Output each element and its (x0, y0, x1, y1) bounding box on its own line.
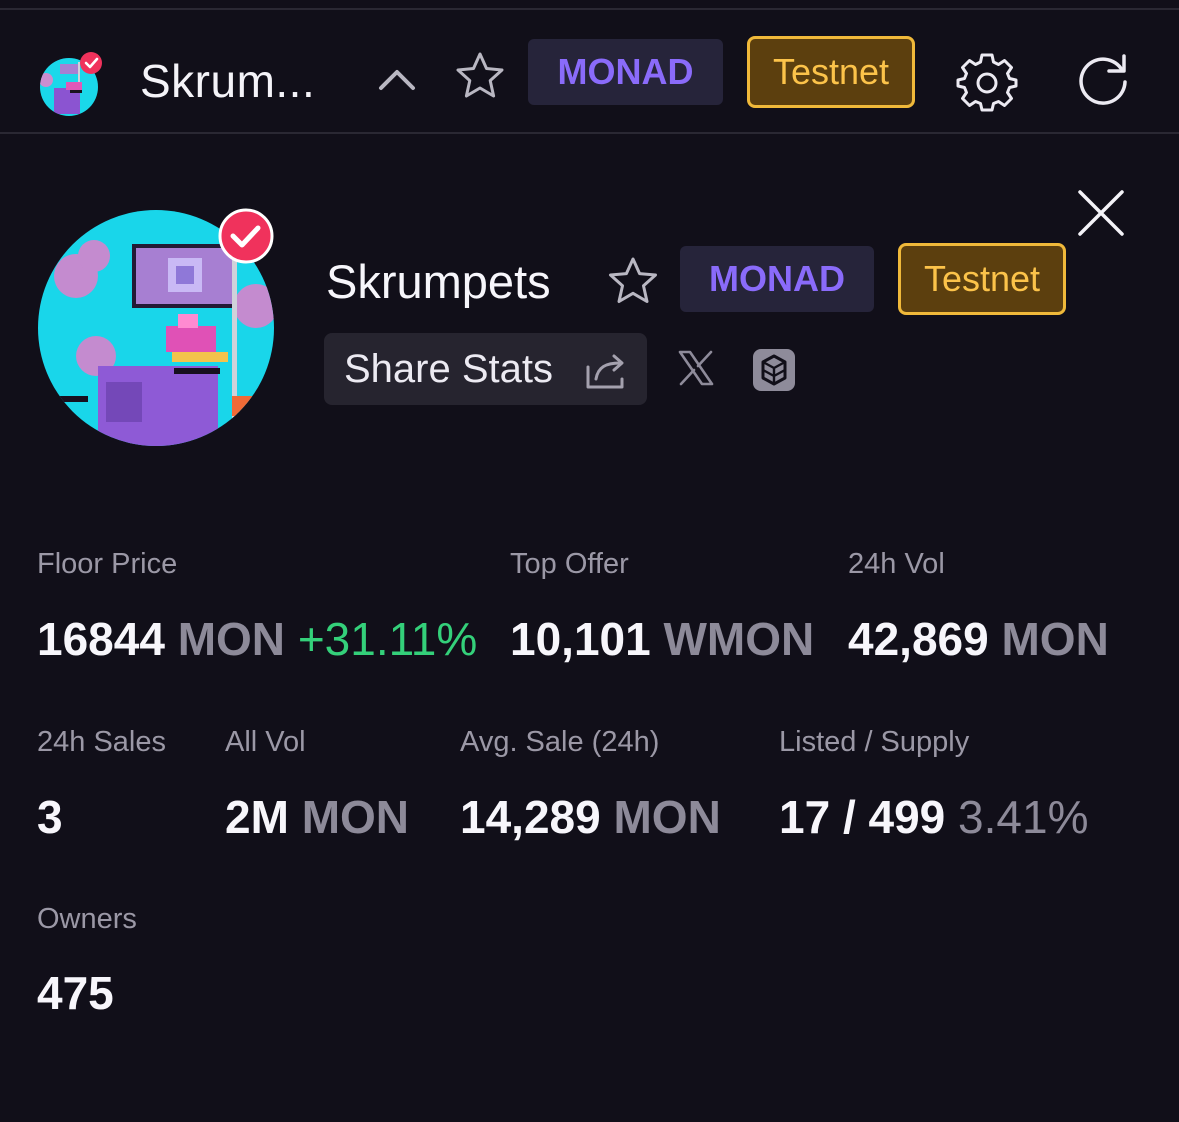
chain-badge: MONAD (680, 246, 874, 312)
all-vol-label: All Vol (225, 726, 306, 758)
all-vol-value: 2M MON (225, 790, 409, 844)
floor-price-amount: 16844 (37, 613, 165, 665)
owners-value: 475 (37, 967, 114, 1019)
favorite-star-icon[interactable] (454, 50, 506, 102)
network-badge: Testnet (898, 243, 1066, 315)
vol-24h-label: 24h Vol (848, 548, 945, 580)
chain-badge: MONAD (528, 39, 723, 105)
floor-price-unit: MON (177, 613, 286, 665)
avg-sale-value: 14,289 MON (460, 790, 721, 844)
top-offer-value: 10,101 WMON (510, 612, 814, 666)
share-stats-button[interactable]: Share Stats (324, 333, 647, 405)
floor-price-value: 16844 MON +31.11% (37, 612, 477, 666)
listed-supply-amount: 17 / 499 (779, 791, 946, 843)
network-badge: Testnet (747, 36, 915, 108)
vol-24h-unit: MON (1001, 613, 1109, 665)
all-vol-unit: MON (301, 791, 410, 843)
floor-price-label: Floor Price (37, 548, 178, 580)
top-offer-unit: WMON (663, 613, 815, 665)
top-offer-label: Top Offer (510, 548, 629, 580)
cube-logo-icon[interactable] (752, 348, 796, 392)
all-vol-amount: 2M (225, 791, 289, 843)
vol-24h-value: 42,869 MON (848, 612, 1109, 666)
close-icon[interactable] (1076, 188, 1126, 238)
listed-supply-value: 17 / 499 3.41% (779, 790, 1088, 844)
collection-avatar-small[interactable] (36, 50, 102, 116)
listed-percent: 3.41% (958, 791, 1089, 843)
gear-icon[interactable] (956, 50, 1018, 112)
sales-24h-label: 24h Sales (37, 726, 166, 758)
header-collection-title[interactable]: Skrum... (140, 54, 315, 108)
header-bar: Skrum... MONAD Testnet (0, 10, 1179, 134)
verified-badge-icon (218, 208, 274, 264)
share-icon (586, 354, 624, 389)
share-stats-label: Share Stats (344, 347, 554, 391)
collection-avatar (38, 208, 274, 446)
collection-name: Skrumpets (326, 255, 551, 308)
vol-24h-amount: 42,869 (848, 613, 989, 665)
avg-sale-unit: MON (613, 791, 721, 843)
avg-sale-amount: 14,289 (460, 791, 601, 843)
favorite-star-icon[interactable] (606, 254, 660, 308)
top-offer-amount: 10,101 (510, 613, 651, 665)
sales-24h-value: 3 (37, 791, 63, 843)
refresh-icon[interactable] (1074, 50, 1132, 108)
floor-price-change: +31.11% (297, 613, 478, 665)
owners-label: Owners (37, 903, 137, 935)
chevron-up-icon[interactable] (376, 60, 418, 102)
verified-badge-icon (80, 52, 102, 74)
avg-sale-label: Avg. Sale (24h) (460, 726, 660, 758)
x-logo-icon[interactable] (676, 348, 716, 388)
listed-supply-label: Listed / Supply (779, 726, 970, 758)
